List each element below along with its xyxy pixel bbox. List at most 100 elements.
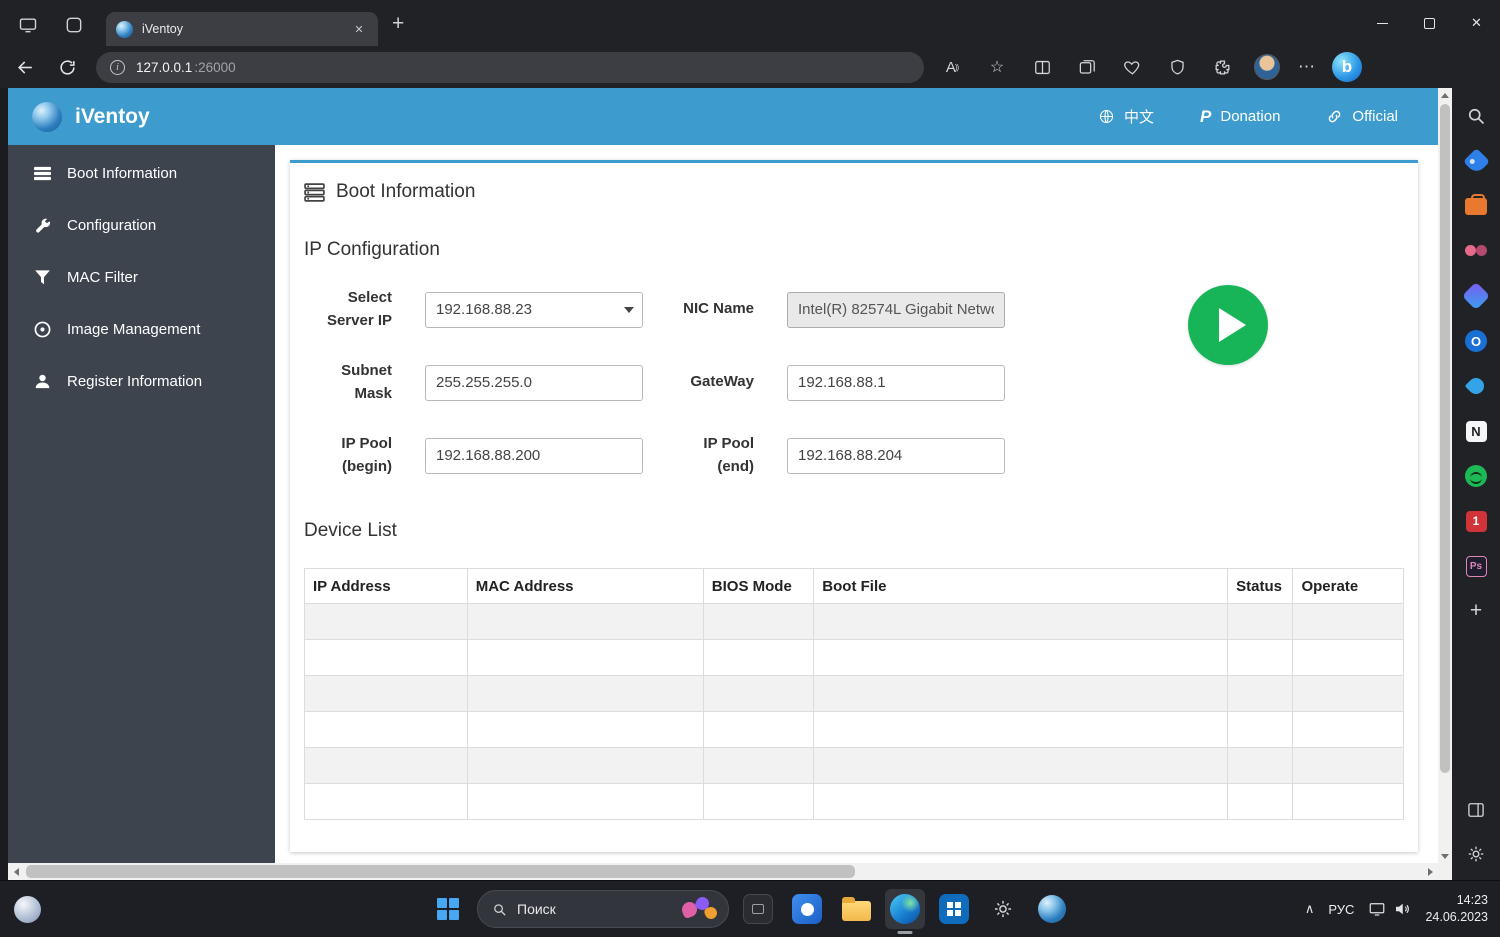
taskbar-search[interactable]: Поиск: [477, 890, 729, 928]
close-button[interactable]: ✕: [1453, 0, 1500, 46]
tab-actions-icon[interactable]: [18, 15, 38, 35]
store-icon: [939, 894, 969, 924]
back-icon[interactable]: [12, 54, 38, 80]
dark-app-button[interactable]: [738, 889, 778, 929]
gateway-field[interactable]: [787, 364, 1005, 401]
collections-icon[interactable]: [1077, 57, 1097, 77]
device-row: [304, 639, 1404, 676]
ip-pool-end-field[interactable]: [787, 437, 1005, 474]
edge-button[interactable]: [885, 889, 925, 929]
sidebar-item-mac-filter[interactable]: MAC Filter: [8, 251, 275, 303]
horizontal-scrollbar-thumb[interactable]: [26, 865, 856, 878]
vertical-scrollbar-thumb[interactable]: [1440, 104, 1450, 773]
sidebar-drop-icon[interactable]: [1462, 372, 1490, 400]
tab-close-icon[interactable]: ✕: [350, 20, 368, 38]
browser-essentials-icon[interactable]: [1122, 57, 1142, 77]
tray-chevron-icon[interactable]: ∧: [1305, 901, 1315, 917]
device-cell: [1292, 675, 1404, 712]
page-title: Boot Information: [336, 181, 476, 202]
ip-pool-begin-field[interactable]: [425, 437, 643, 474]
horizontal-scrollbar[interactable]: [8, 863, 1438, 880]
vertical-scrollbar[interactable]: [1438, 88, 1452, 863]
url-host: 127.0.0.1: [136, 59, 193, 75]
scroll-left-icon[interactable]: [8, 863, 24, 880]
file-explorer-button[interactable]: [836, 889, 876, 929]
site-info-icon[interactable]: i: [110, 59, 125, 75]
refresh-icon[interactable]: [54, 54, 80, 80]
sidebar-games-icon[interactable]: [1462, 237, 1490, 265]
media-player-button[interactable]: [787, 889, 827, 929]
sidebar-photoshop-icon[interactable]: Ps: [1462, 552, 1490, 580]
device-cell: [466, 639, 704, 676]
bing-copilot-icon[interactable]: b: [1332, 52, 1362, 82]
nic-name-field: [787, 291, 1005, 328]
sidebar-item-register-information[interactable]: Register Information: [8, 355, 275, 407]
tray-status-icons[interactable]: [1368, 900, 1411, 918]
subnet-mask-field[interactable]: [425, 364, 643, 401]
scroll-down-icon[interactable]: [1438, 849, 1452, 863]
server-ip-select[interactable]: 192.168.88.23: [425, 291, 643, 328]
favorite-star-icon[interactable]: ☆: [987, 57, 1007, 77]
language-indicator[interactable]: РУС: [1328, 902, 1354, 917]
start-button[interactable]: [428, 889, 468, 929]
ip-configuration-title: IP Configuration: [304, 239, 440, 260]
page-title-row: Boot Information: [304, 181, 1404, 203]
split-screen-icon[interactable]: [1032, 57, 1052, 77]
sidebar-designer-icon[interactable]: [1461, 281, 1491, 311]
sidebar-search-icon[interactable]: [1462, 102, 1490, 130]
language-label: 中文: [1124, 109, 1155, 126]
scroll-right-icon[interactable]: [1422, 863, 1438, 880]
sidebar-settings-icon[interactable]: [1462, 840, 1490, 868]
sidebar-panel-toggle-icon[interactable]: [1462, 796, 1490, 824]
shield-icon[interactable]: [1167, 57, 1187, 77]
device-cell: [1227, 675, 1294, 712]
paypal-icon: P: [1200, 106, 1212, 126]
start-service-button[interactable]: [1188, 285, 1268, 365]
device-cell: [702, 675, 815, 712]
col-boot-file: Boot File: [813, 568, 1229, 604]
taskbar-clock[interactable]: 14:23 24.06.2023: [1425, 892, 1488, 927]
app-brand: iVentoy: [8, 101, 275, 132]
browser-toolbar: i 127.0.0.1 :26000 A)) ☆ ⋯ b: [0, 46, 1500, 88]
brand-name: iVentoy: [75, 104, 150, 128]
taskbar-corner-icon[interactable]: [14, 896, 41, 923]
network-icon: [1370, 903, 1385, 916]
language-toggle[interactable]: 中文: [1098, 106, 1154, 127]
device-table-header: IP Address MAC Address BIOS Mode Boot Fi…: [304, 568, 1404, 604]
settings-button[interactable]: [983, 889, 1023, 929]
sidebar-outlook-icon[interactable]: O: [1462, 327, 1490, 355]
scroll-up-icon[interactable]: [1438, 88, 1452, 102]
search-highlight-image: [678, 894, 722, 924]
official-link[interactable]: Official: [1326, 108, 1398, 125]
sidebar-spotify-icon[interactable]: [1462, 462, 1490, 490]
address-bar[interactable]: i 127.0.0.1 :26000: [96, 51, 924, 83]
sidebar-add-icon[interactable]: +: [1462, 597, 1490, 625]
device-cell: [702, 747, 815, 784]
filter-icon: [35, 269, 50, 284]
extensions-icon[interactable]: [1212, 57, 1232, 77]
browser-menu-icon[interactable]: ⋯: [1298, 57, 1316, 77]
maximize-button[interactable]: [1406, 0, 1453, 46]
new-tab-button[interactable]: +: [378, 12, 404, 46]
sidebar-item-configuration[interactable]: Configuration: [8, 199, 275, 251]
sidebar-tools-icon[interactable]: [1462, 192, 1490, 220]
link-icon: [1329, 110, 1341, 123]
read-aloud-icon[interactable]: A)): [942, 57, 962, 77]
sidebar-shopping-icon[interactable]: [1462, 147, 1490, 175]
workspaces-icon[interactable]: [64, 15, 84, 35]
col-operate: Operate: [1292, 568, 1404, 604]
store-button[interactable]: [934, 889, 974, 929]
sidebar-item-image-management[interactable]: Image Management: [8, 303, 275, 355]
edge-sidebar: O N 1 Ps +: [1452, 88, 1500, 880]
language-icon: [1099, 109, 1114, 124]
profile-avatar[interactable]: [1254, 54, 1280, 80]
sidebar-item-boot-information[interactable]: Boot Information: [8, 147, 275, 199]
sidebar-oneapp-icon[interactable]: 1: [1462, 507, 1490, 535]
minimize-button[interactable]: [1359, 0, 1406, 46]
sidebar-onenote-icon[interactable]: N: [1462, 417, 1490, 445]
play-icon: [1218, 308, 1246, 342]
browser-tab[interactable]: iVentoy ✕: [106, 12, 378, 46]
device-cell: [304, 711, 468, 748]
iventoy-tray-button[interactable]: [1032, 889, 1072, 929]
donation-link[interactable]: P Donation: [1200, 107, 1280, 127]
